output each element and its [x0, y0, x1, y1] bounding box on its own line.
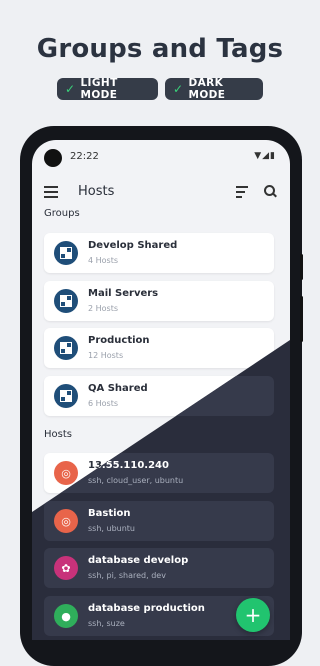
app-title: Hosts	[78, 184, 115, 199]
dark-mode-badge: ✓ DARK MODE	[165, 77, 263, 101]
ubuntu-icon: ◎	[54, 461, 78, 485]
group-card[interactable]: Develop Shared 4 Hosts	[44, 233, 274, 273]
badge-label: DARK MODE	[188, 77, 226, 101]
suse-icon: ●	[54, 604, 78, 628]
host-title: Bastion	[88, 508, 131, 519]
group-card[interactable]: Production 12 Hosts	[44, 328, 274, 368]
host-subtitle: ssh, cloud_user, ubuntu	[88, 476, 184, 485]
host-title: database production	[88, 603, 205, 614]
group-subtitle: 6 Hosts	[88, 399, 119, 408]
groups-heading: Groups	[44, 208, 80, 219]
search-icon[interactable]	[264, 185, 276, 197]
group-icon	[54, 289, 78, 313]
host-subtitle: ssh, pi, shared, dev	[88, 571, 166, 580]
phone-screen: 22:22 ▼◢▮ Hosts Groups Develop Shared 4 …	[32, 140, 290, 640]
raspberry-pi-icon: ✿	[54, 556, 78, 580]
menu-icon[interactable]	[44, 186, 58, 198]
group-title: Develop Shared	[88, 240, 178, 251]
check-icon: ✓	[173, 82, 184, 96]
hosts-heading: Hosts	[44, 429, 72, 440]
promo-headline: Groups and Tags	[36, 34, 284, 64]
group-subtitle: 12 Hosts	[88, 351, 124, 360]
camera-cutout	[44, 149, 62, 167]
badge-label: LIGHT MODE	[80, 77, 118, 101]
host-title: database develop	[88, 555, 189, 566]
group-icon	[54, 336, 78, 360]
group-icon	[54, 241, 78, 265]
status-bar: 22:22 ▼◢▮	[32, 140, 290, 172]
light-mode-badge: ✓ LIGHT MODE	[57, 77, 158, 101]
ubuntu-icon: ◎	[54, 509, 78, 533]
group-subtitle: 2 Hosts	[88, 304, 119, 313]
group-title: Production	[88, 335, 150, 346]
group-title: QA Shared	[88, 383, 148, 394]
host-subtitle: ssh, ubuntu	[88, 524, 135, 533]
group-icon	[54, 384, 78, 408]
sort-icon[interactable]	[236, 186, 248, 201]
host-subtitle: ssh, suze	[88, 619, 125, 628]
group-card[interactable]: Mail Servers 2 Hosts	[44, 281, 274, 321]
check-icon: ✓	[65, 82, 76, 96]
group-subtitle: 4 Hosts	[88, 256, 119, 265]
status-time: 22:22	[70, 151, 99, 162]
host-card[interactable]: ◎ Bastion ssh, ubuntu	[44, 501, 274, 541]
host-card[interactable]: ✿ database develop ssh, pi, shared, dev	[44, 548, 274, 588]
system-icons: ▼◢▮	[254, 151, 276, 161]
add-host-button[interactable]: +	[236, 598, 270, 632]
phone-side-button	[300, 296, 303, 342]
group-title: Mail Servers	[88, 288, 159, 299]
phone-side-button	[300, 254, 303, 280]
